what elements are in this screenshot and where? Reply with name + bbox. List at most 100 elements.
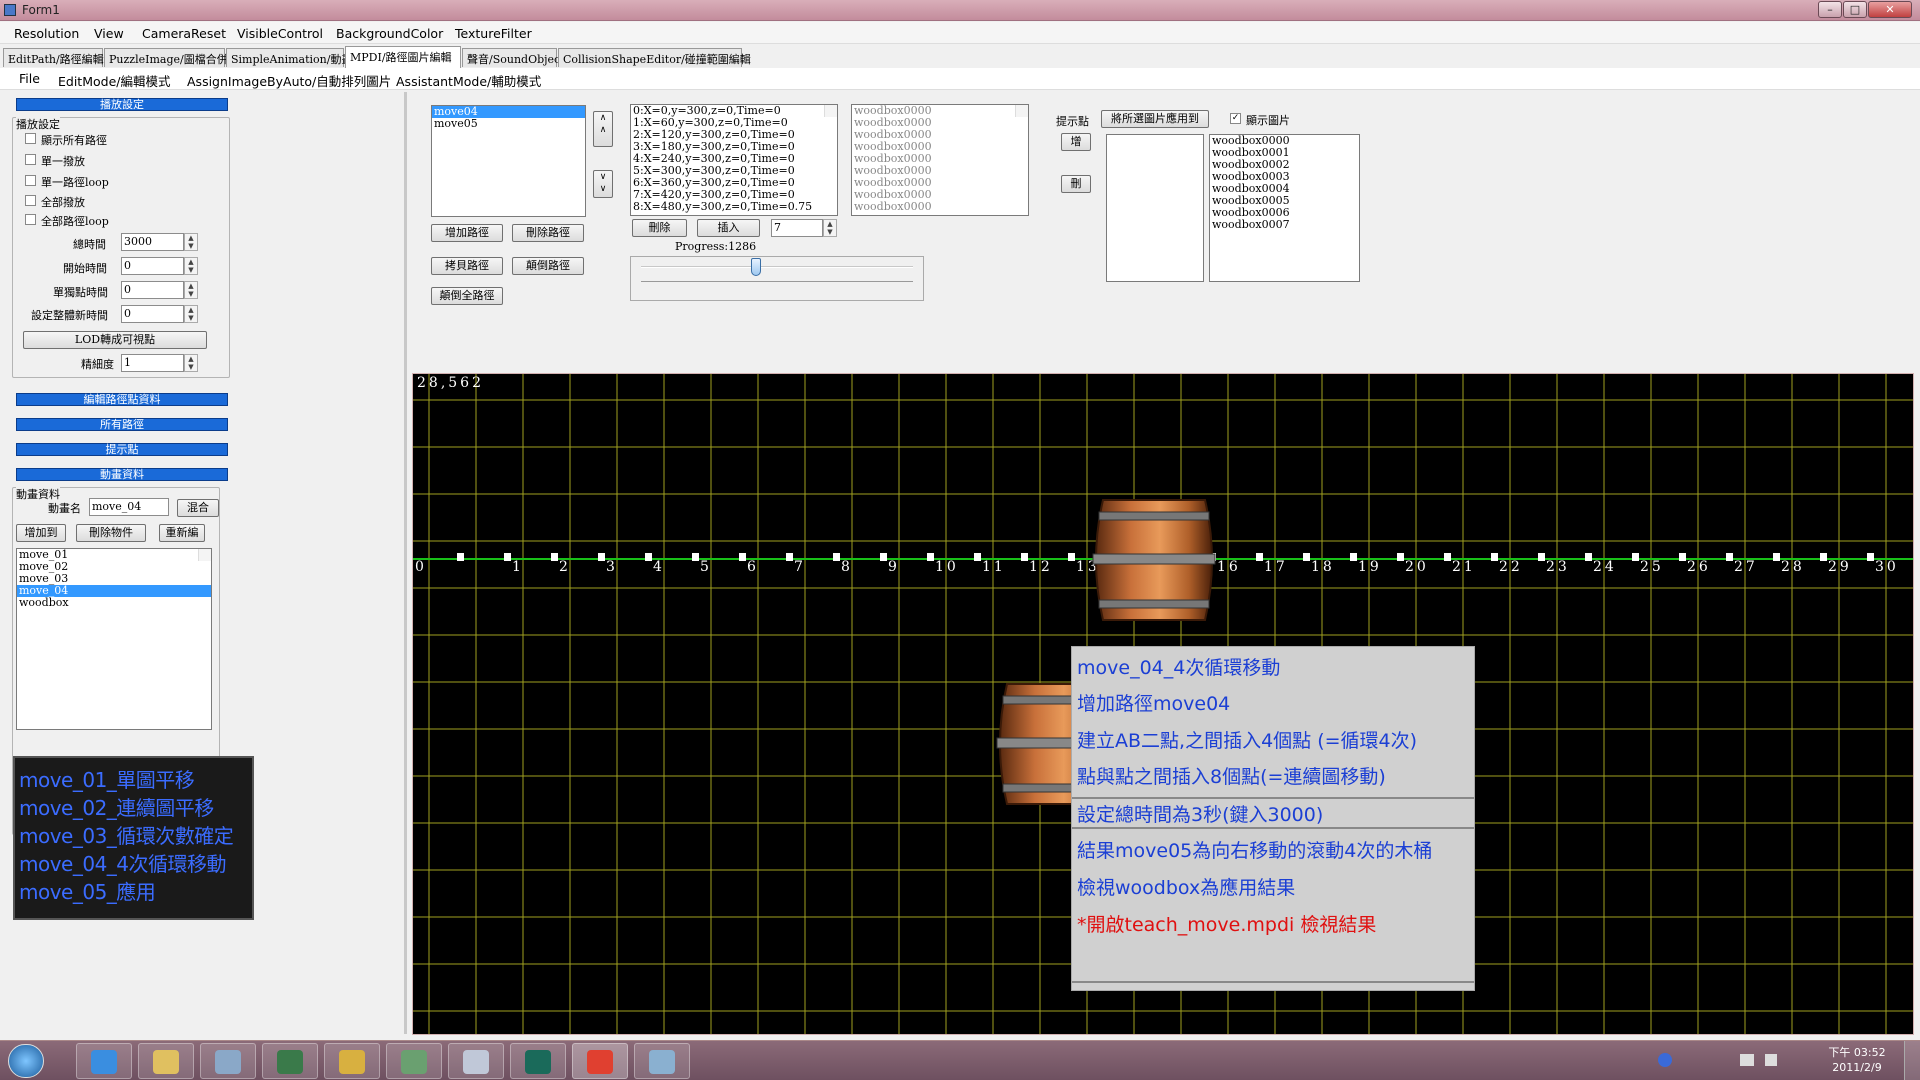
path-point-marker[interactable] [1632, 553, 1639, 561]
start-button[interactable] [8, 1044, 44, 1078]
network-icon[interactable] [1740, 1054, 1754, 1066]
path-point-marker[interactable] [1679, 553, 1686, 561]
insert-count-input[interactable]: 7 [771, 219, 823, 237]
point-image-scrollbar[interactable] [1015, 105, 1028, 117]
system-tray[interactable] [1640, 1051, 1850, 1071]
taskbar-form1[interactable] [572, 1043, 628, 1079]
path-point-marker[interactable] [833, 553, 840, 561]
tab-sound[interactable]: 聲音/SoundObject [462, 48, 565, 67]
precision-spinner[interactable]: ▲ ▼ [184, 354, 198, 372]
mix-button[interactable]: 混合 [177, 499, 219, 517]
submenu-assistant[interactable]: AssistantMode/輔助模式 [396, 71, 541, 90]
edit-points-header[interactable]: 編輯路徑點資料 [16, 393, 228, 406]
barrel-sprite[interactable] [1089, 490, 1219, 630]
path-point-marker[interactable] [880, 553, 887, 561]
delete-object-button[interactable]: 刪除物件 [76, 524, 146, 542]
image-list[interactable]: woodbox0000 woodbox0001 woodbox0002 wood… [1209, 134, 1360, 282]
delete-point-button[interactable]: 刪除 [632, 219, 687, 237]
point-time-input[interactable]: 0 [121, 281, 184, 299]
insert-count-spinner[interactable]: ▲ ▼ [823, 219, 837, 237]
move-up-button[interactable]: ∧ ∧ [593, 111, 613, 147]
path-point-marker[interactable] [974, 553, 981, 561]
path-point-marker[interactable] [927, 553, 934, 561]
volume-icon[interactable] [1765, 1054, 1777, 1066]
single-loop-checkbox[interactable] [25, 175, 36, 186]
single-play-checkbox[interactable] [25, 154, 36, 165]
path-point-marker[interactable] [786, 553, 793, 561]
tab-simpleanimation[interactable]: SimpleAnimation/動畫 [226, 48, 352, 67]
clock-date[interactable]: 2011/2/9 [1822, 1061, 1892, 1074]
show-all-paths-checkbox[interactable] [25, 133, 36, 144]
taskbar-folder[interactable] [324, 1043, 380, 1079]
path-point-marker[interactable] [1491, 553, 1498, 561]
path-point-marker[interactable] [1585, 553, 1592, 561]
play-settings-header[interactable]: 播放設定 [16, 98, 228, 111]
menu-view[interactable]: View [94, 26, 124, 41]
clock-time[interactable]: 下午 03:52 [1822, 1044, 1892, 1060]
copy-path-button[interactable]: 拷貝路徑 [431, 257, 503, 275]
precision-input[interactable]: 1 [121, 354, 184, 372]
path-point-marker[interactable] [1726, 553, 1733, 561]
path-point-marker[interactable] [1021, 553, 1028, 561]
total-time-spinner[interactable]: ▲ ▼ [184, 233, 198, 251]
show-desktop-button[interactable] [1904, 1041, 1920, 1080]
maximize-button[interactable]: □ [1843, 1, 1867, 18]
show-image-checkbox[interactable]: ✓ [1230, 113, 1241, 124]
reverse-motion-button[interactable]: 顛倒路徑 [512, 257, 584, 275]
path-point-marker[interactable] [457, 553, 464, 561]
tab-puzzleimage[interactable]: PuzzleImage/圖檔合併 [104, 48, 228, 67]
apply-images-button[interactable]: 將所選圖片應用到 [1101, 110, 1209, 128]
path-point-marker[interactable] [504, 553, 511, 561]
menu-texturefilter[interactable]: TextureFilter [455, 26, 532, 41]
anim-data-header[interactable]: 動畫資料 [16, 468, 228, 481]
point-time-spinner[interactable]: ▲ ▼ [184, 281, 198, 299]
taskbar-app[interactable] [510, 1043, 566, 1079]
new-time-spinner[interactable]: ▲ ▼ [184, 305, 198, 323]
point-list-scrollbar[interactable] [824, 105, 837, 117]
taskbar-ie[interactable] [76, 1043, 132, 1079]
path-point-marker[interactable] [1773, 553, 1780, 561]
submenu-file[interactable]: File [19, 71, 40, 86]
taskbar-browser[interactable] [200, 1043, 256, 1079]
path-point-marker[interactable] [551, 553, 558, 561]
submenu-assignimage[interactable]: AssignImageByAuto/自動排列圖片 [187, 71, 391, 90]
path-point-marker[interactable] [598, 553, 605, 561]
taskbar-tool[interactable] [634, 1043, 690, 1079]
help-icon[interactable] [1658, 1053, 1672, 1067]
insert-point-button[interactable]: 插入 [697, 219, 760, 237]
path-point-marker[interactable] [1867, 553, 1874, 561]
list-item[interactable]: woodbox [17, 597, 211, 609]
tab-editpath[interactable]: EditPath/路徑編輯 [3, 48, 104, 67]
list-item[interactable]: 8:X=480,y=300,z=0,Time=0.75 [631, 201, 837, 213]
path-point-marker[interactable] [1256, 553, 1263, 561]
path-point-marker[interactable] [1444, 553, 1451, 561]
path-point-marker[interactable] [692, 553, 699, 561]
list-item[interactable]: woodbox0000 [852, 201, 1028, 213]
hint-list[interactable] [1106, 134, 1204, 282]
path-point-marker[interactable] [1820, 553, 1827, 561]
tab-collision[interactable]: CollisionShapeEditor/碰撞範圍編輯 [558, 48, 751, 67]
add-path-button[interactable]: 增加路徑 [431, 224, 503, 242]
submenu-editmode[interactable]: EditMode/編輯模式 [58, 71, 170, 90]
taskbar-users[interactable] [386, 1043, 442, 1079]
minimize-button[interactable]: – [1818, 1, 1842, 18]
all-play-checkbox[interactable] [25, 195, 36, 206]
delete-hint-button[interactable]: 刪 [1061, 175, 1091, 193]
start-time-input[interactable]: 0 [121, 257, 184, 275]
menu-backgroundcolor[interactable]: BackgroundColor [336, 26, 443, 41]
path-list[interactable]: move04 move05 [431, 105, 586, 217]
point-image-list[interactable]: woodbox0000 woodbox0000 woodbox0000 wood… [851, 104, 1029, 216]
path-point-marker[interactable] [1397, 553, 1404, 561]
point-list[interactable]: 0:X=0,y=300,z=0,Time=0 1:X=60,y=300,z=0,… [630, 104, 838, 216]
new-time-input[interactable]: 0 [121, 305, 184, 323]
anim-list-scrollbar[interactable] [198, 549, 211, 561]
all-loop-checkbox[interactable] [25, 214, 36, 225]
tab-mpdi[interactable]: MPDI/路徑圖片編輯 [345, 46, 461, 68]
path-point-marker[interactable] [645, 553, 652, 561]
lod-button[interactable]: LOD轉成可視點 [23, 331, 207, 349]
rename-button[interactable]: 重新編 [159, 524, 205, 542]
start-time-spinner[interactable]: ▲ ▼ [184, 257, 198, 275]
path-point-marker[interactable] [1303, 553, 1310, 561]
path-point-marker[interactable] [739, 553, 746, 561]
add-to-button[interactable]: 增加到 [16, 524, 66, 542]
